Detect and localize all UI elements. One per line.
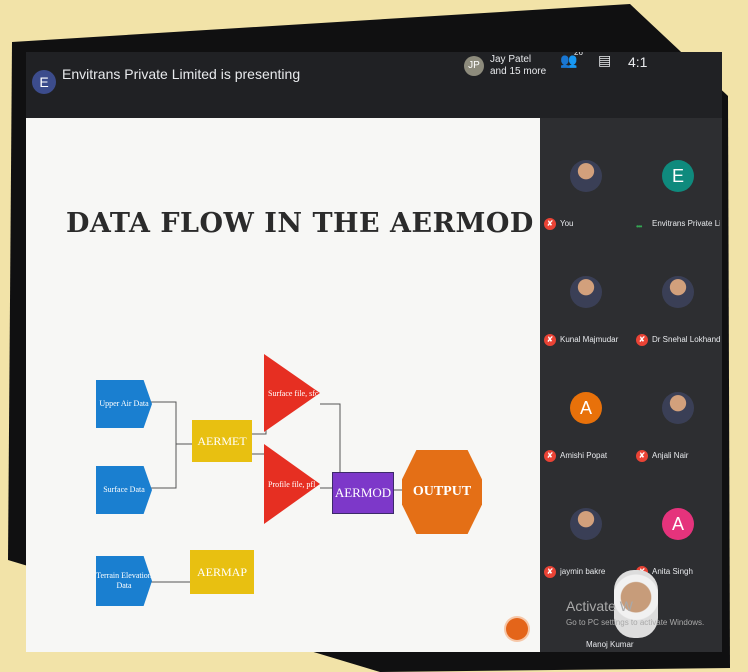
mic-muted-icon: ✘	[544, 566, 556, 578]
meeting-screen: E Envitrans Private Limited is presentin…	[26, 52, 722, 652]
surface-data-node: Surface Data	[96, 466, 152, 514]
aermod-node: AERMOD	[332, 472, 394, 514]
presenting-banner: Envitrans Private Limited is presenting	[62, 66, 301, 82]
participant-name: Amishi Popat	[560, 451, 608, 460]
aermap-node: AERMAP	[190, 550, 254, 594]
meeting-clock: 4:1	[628, 54, 648, 70]
participant-name: jaymin bakre	[560, 567, 606, 576]
participant-tile[interactable]: ✘ jaymin bakre	[540, 474, 630, 587]
participant-name: Dr Snehal Lokhand...	[652, 335, 720, 344]
people-count: 26	[574, 52, 583, 57]
participant-name: Kunal Majmudar	[560, 335, 619, 344]
participant-avatar: A	[662, 508, 694, 540]
mic-muted-icon: ✘	[636, 450, 648, 462]
viewer-more: and 15 more	[490, 66, 547, 77]
participant-name: Anjali Nair	[652, 451, 689, 460]
mic-muted-icon: ✘	[636, 334, 648, 346]
participant-tile[interactable]: A✘Anita Singh	[632, 474, 722, 587]
shared-slide: DATA FLOW IN THE AERMOD Upper Air Data S…	[26, 118, 540, 652]
mic-muted-icon: ✘	[544, 334, 556, 346]
viewer-avatar: JP	[464, 56, 484, 76]
upper-air-data-node: Upper Air Data	[96, 380, 152, 428]
participant-avatar: A	[570, 392, 602, 424]
viewer-name: Jay Patel	[490, 54, 532, 65]
participant-avatar	[662, 276, 694, 308]
self-view-name: Manoj Kumar	[586, 640, 634, 649]
participant-tile[interactable]: A ✘ Amishi Popat	[540, 358, 630, 471]
meeting-top-bar: E Envitrans Private Limited is presentin…	[26, 52, 722, 118]
terrain-data-node: Terrain Elevation Data	[96, 556, 152, 606]
participant-avatar: E	[662, 160, 694, 192]
presenter-avatar: E	[32, 70, 56, 94]
mic-muted-icon: ✘	[544, 218, 556, 230]
participant-tile[interactable]: ✘ Anjali Nair	[632, 358, 722, 471]
activate-windows-title: Activate W	[566, 598, 633, 614]
participant-tile[interactable]: E ••• Envitrans Private Li...	[632, 126, 722, 239]
viewer-label: Jay Patel and 15 more	[490, 54, 550, 78]
participant-avatar	[570, 276, 602, 308]
activate-windows-subtitle: Go to PC settings to activate Windows.	[566, 618, 705, 627]
aermet-node: AERMET	[192, 420, 252, 462]
participant-avatar	[570, 508, 602, 540]
participant-name: Anita Singh	[652, 567, 693, 576]
viewers-chip[interactable]: JP Jay Patel and 15 more	[464, 54, 550, 78]
participant-tile[interactable]: ✘ You	[540, 126, 630, 239]
participant-tile[interactable]: ✘ Kunal Majmudar	[540, 242, 630, 355]
chat-icon[interactable]: ▤	[598, 52, 611, 69]
participant-avatar	[570, 160, 602, 192]
presenter-orb	[506, 618, 528, 640]
speaking-indicator-icon: •••	[636, 222, 642, 231]
participant-name: Envitrans Private Li...	[652, 219, 720, 228]
mic-muted-icon: ✘	[544, 450, 556, 462]
participant-name: You	[560, 219, 574, 228]
output-node: OUTPUT	[402, 450, 482, 534]
participant-tile[interactable]: ✘ Dr Snehal Lokhand...	[632, 242, 722, 355]
monitor-frame: E Envitrans Private Limited is presentin…	[0, 0, 748, 672]
participant-avatar	[662, 392, 694, 424]
